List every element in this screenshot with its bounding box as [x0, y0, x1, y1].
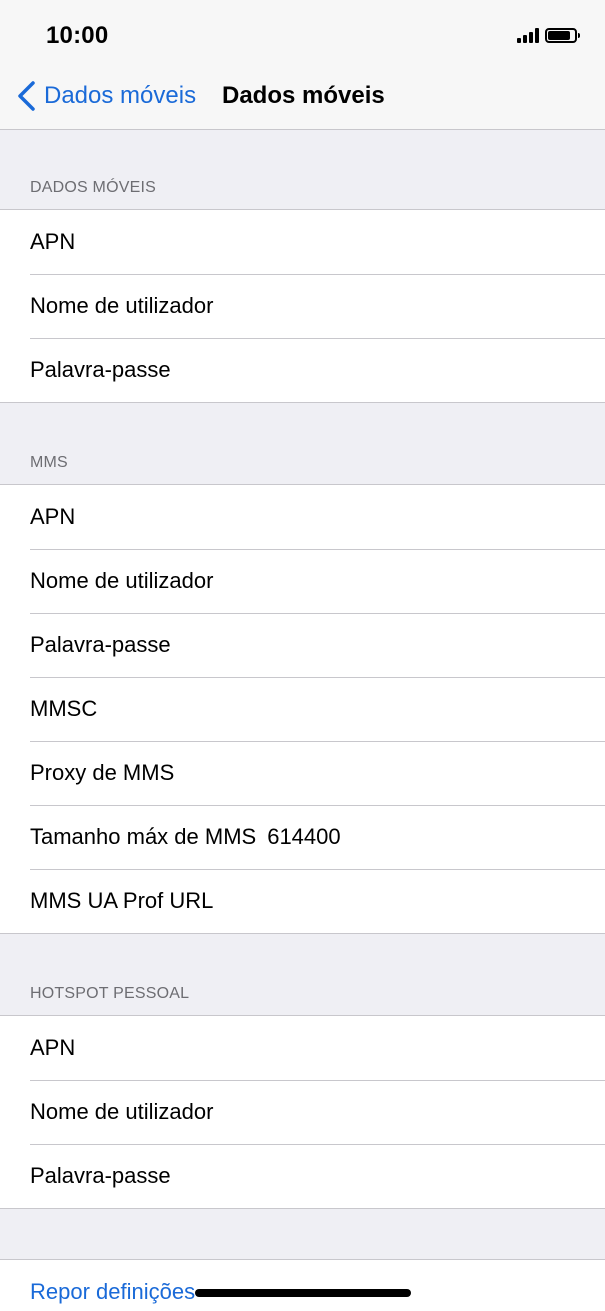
status-indicators — [517, 27, 580, 43]
row-mms-max-size[interactable]: Tamanho máx de MMS 614400 — [0, 805, 605, 869]
reset-settings-button[interactable]: Repor definições — [30, 1279, 195, 1305]
row-apn[interactable]: APN — [0, 1016, 605, 1080]
row-label: Proxy de MMS — [30, 760, 175, 785]
row-apn[interactable]: APN — [0, 485, 605, 549]
back-button[interactable]: Dados móveis — [16, 80, 196, 112]
chevron-left-icon — [18, 81, 35, 111]
settings-group-mms: APN Nome de utilizador Palavra-passe MMS… — [0, 484, 605, 934]
row-label: Palavra-passe — [30, 632, 171, 657]
row-label: Tamanho máx de MMS — [30, 824, 257, 849]
settings-group-dados-moveis: APN Nome de utilizador Palavra-passe — [0, 209, 605, 403]
row-apn[interactable]: APN — [0, 210, 605, 274]
row-label: APN — [30, 1035, 76, 1060]
reset-group: Repor definições — [0, 1259, 605, 1311]
row-label: Nome de utilizador — [30, 293, 214, 318]
row-label: APN — [30, 504, 76, 529]
row-mms-proxy[interactable]: Proxy de MMS — [0, 741, 605, 805]
section-header-hotspot: HOTSPOT PESSOAL — [30, 985, 190, 1002]
section-header-dados-moveis: DADOS MÓVEIS — [30, 179, 156, 196]
battery-level — [548, 30, 570, 40]
row-password[interactable]: Palavra-passe — [0, 338, 605, 402]
back-button-label: Dados móveis — [44, 82, 197, 109]
settings-group-hotspot: APN Nome de utilizador Palavra-passe — [0, 1015, 605, 1209]
home-indicator[interactable] — [195, 1289, 411, 1297]
top-bar: 10:00 Dados móveis Dados móveis — [0, 0, 605, 130]
row-username[interactable]: Nome de utilizador — [0, 1080, 605, 1144]
row-label: Nome de utilizador — [30, 568, 214, 593]
row-password[interactable]: Palavra-passe — [0, 1144, 605, 1208]
battery-icon — [545, 27, 580, 43]
row-password[interactable]: Palavra-passe — [0, 613, 605, 677]
row-username[interactable]: Nome de utilizador — [0, 274, 605, 338]
row-label: Nome de utilizador — [30, 1099, 214, 1124]
cellular-signal-icon — [517, 27, 539, 43]
row-label: APN — [30, 229, 76, 254]
row-label: MMSC — [30, 696, 98, 721]
section-header-mms: MMS — [30, 454, 68, 471]
page-title: Dados móveis — [222, 82, 385, 109]
row-label: MMS UA Prof URL — [30, 888, 214, 913]
status-time: 10:00 — [46, 22, 109, 49]
row-mms-ua-prof-url[interactable]: MMS UA Prof URL — [0, 869, 605, 933]
row-username[interactable]: Nome de utilizador — [0, 549, 605, 613]
row-value[interactable]: 614400 — [267, 824, 340, 850]
row-label: Palavra-passe — [30, 357, 171, 382]
row-label: Palavra-passe — [30, 1163, 171, 1188]
row-mmsc[interactable]: MMSC — [0, 677, 605, 741]
